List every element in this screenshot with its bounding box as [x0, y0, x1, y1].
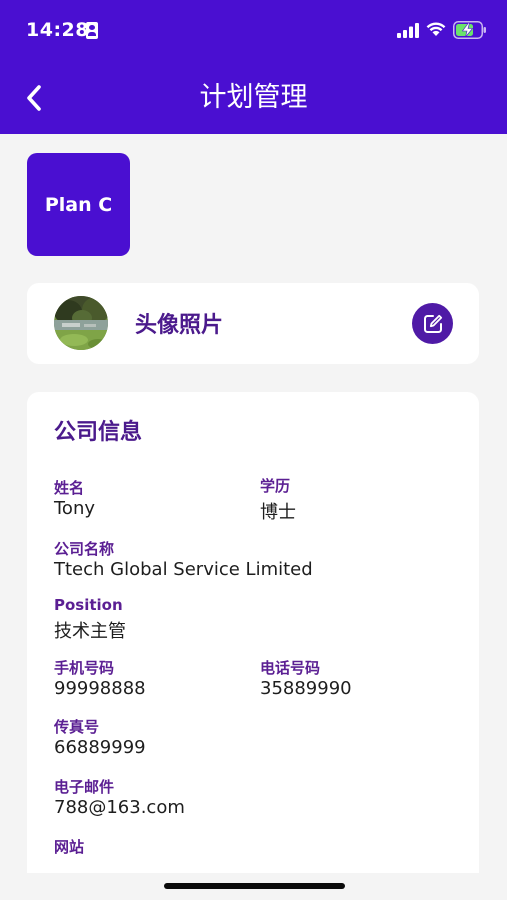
header-bar: 14:28 计划管理	[0, 0, 507, 134]
value-position: 技术主管	[54, 621, 126, 642]
label-position: Position	[54, 596, 123, 614]
avatar-photo	[54, 296, 108, 350]
avatar[interactable]	[54, 296, 108, 350]
value-education: 博士	[260, 502, 296, 523]
label-company-name: 公司名称	[54, 540, 115, 558]
value-fax: 66889999	[54, 737, 146, 758]
cellular-signal-icon	[397, 23, 419, 38]
home-indicator[interactable]	[164, 883, 345, 889]
value-name: Tony	[54, 498, 96, 519]
wifi-icon	[426, 22, 446, 36]
edit-avatar-button[interactable]	[412, 303, 453, 344]
value-phone: 35889990	[260, 678, 352, 699]
label-name: 姓名	[54, 479, 85, 497]
home-indicator-area	[0, 873, 507, 900]
value-email: 788@163.com	[54, 797, 185, 818]
avatar-card: 头像照片	[27, 283, 479, 364]
screen: 14:28 计划管理 Plan C 头像照片 公司信息 姓名 Tony 学历 博…	[0, 0, 507, 900]
status-bar: 14:28	[0, 0, 507, 60]
id-card-icon	[86, 22, 98, 39]
value-mobile: 99998888	[54, 678, 146, 699]
value-company-name: Ttech Global Service Limited	[54, 559, 313, 580]
avatar-label: 头像照片	[135, 313, 224, 338]
label-website: 网站	[54, 838, 85, 856]
page-title: 计划管理	[199, 82, 308, 113]
label-email: 电子邮件	[54, 778, 115, 796]
plan-label: Plan C	[44, 193, 113, 216]
edit-icon	[423, 314, 442, 333]
company-info-card: 公司信息 姓名 Tony 学历 博士 公司名称 Ttech Global Ser…	[27, 392, 479, 900]
status-time: 14:28	[26, 19, 89, 41]
battery-charging-icon	[453, 21, 486, 39]
section-title-company-info: 公司信息	[54, 420, 143, 445]
label-fax: 传真号	[54, 718, 100, 736]
label-phone: 电话号码	[260, 659, 321, 677]
label-mobile: 手机号码	[54, 659, 115, 677]
label-education: 学历	[260, 477, 291, 495]
plan-badge[interactable]: Plan C	[27, 153, 130, 256]
